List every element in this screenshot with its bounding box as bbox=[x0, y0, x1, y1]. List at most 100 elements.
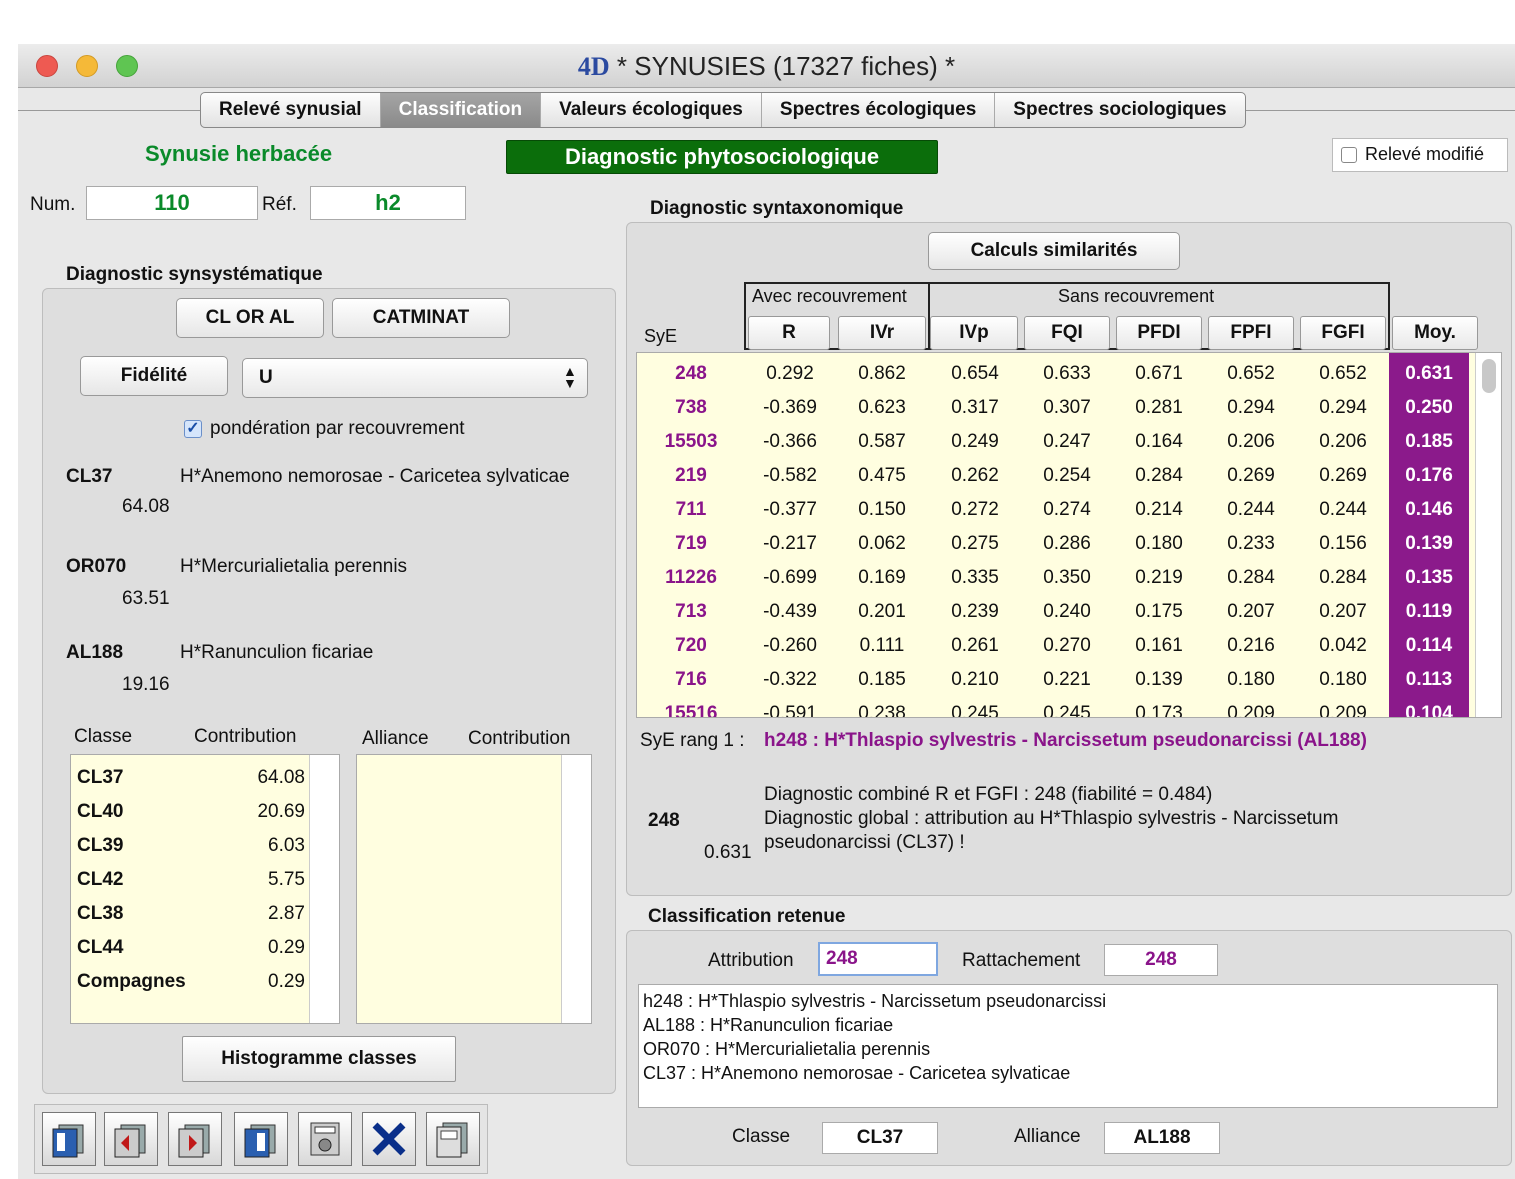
classes-list[interactable]: CL37 64.08 CL40 20.69 CL39 6.03 CL42 5.75 CL38 2.… bbox=[70, 754, 340, 1024]
class-row[interactable]: CL44 0.29 bbox=[71, 931, 307, 965]
ref-field[interactable]: h2 bbox=[310, 186, 466, 220]
histogramme-classes-button[interactable]: Histogramme classes bbox=[182, 1036, 456, 1082]
alliance-header: Alliance bbox=[362, 728, 429, 749]
value-pfdi: 0.214 bbox=[1135, 499, 1183, 520]
result-name: H*Mercurialietalia perennis bbox=[180, 556, 408, 577]
tab-classification[interactable]: Classification bbox=[380, 93, 542, 127]
rang-label: SyE rang 1 : bbox=[640, 730, 745, 751]
next-record-icon[interactable] bbox=[168, 1112, 222, 1166]
class-row[interactable]: CL37 64.08 bbox=[71, 761, 307, 795]
value-fqi: 0.270 bbox=[1043, 635, 1091, 656]
rattachement-field[interactable]: 248 bbox=[1104, 944, 1218, 976]
column-header-ivp[interactable]: IVp bbox=[930, 316, 1018, 350]
diagnostic-phytosociologique-button[interactable]: Diagnostic phytosociologique bbox=[506, 140, 938, 174]
table-row[interactable]: 713 -0.439 0.201 0.239 0.240 0.175 0.207 0.207 0… bbox=[637, 595, 1501, 629]
classification-line: CL37 : H*Anemono nemorosae - Caricetea s… bbox=[643, 1063, 1071, 1083]
select-arrows-icon: ▲ ▼ bbox=[563, 363, 577, 391]
value-moy: 0.146 bbox=[1389, 493, 1469, 527]
result-score: 64.08 bbox=[122, 496, 170, 517]
result-name: H*Ranunculion ficariae bbox=[180, 642, 374, 663]
classification-line: h248 : H*Thlaspio sylvestris - Narcisset… bbox=[643, 991, 1107, 1011]
value-fqi: 0.245 bbox=[1043, 703, 1091, 718]
class-row[interactable]: CL38 2.87 bbox=[71, 897, 307, 931]
diag-global-line1: Diagnostic global : attribution au H*Thl… bbox=[764, 808, 1339, 829]
column-header-fpfi[interactable]: FPFI bbox=[1208, 316, 1294, 350]
attribution-field[interactable]: 248 bbox=[818, 942, 938, 976]
value-fgfi: 0.652 bbox=[1319, 363, 1367, 384]
table-row[interactable]: 11226 -0.699 0.169 0.335 0.350 0.219 0.284 0.28… bbox=[637, 561, 1501, 595]
class-row[interactable]: CL39 6.03 bbox=[71, 829, 307, 863]
ponderation-checkbox[interactable]: ✓ bbox=[184, 420, 202, 438]
value-r: 0.292 bbox=[766, 363, 814, 384]
table-row[interactable]: 716 -0.322 0.185 0.210 0.221 0.139 0.180 0.180 0… bbox=[637, 663, 1501, 697]
first-record-icon[interactable] bbox=[42, 1112, 96, 1166]
column-header-pfdi[interactable]: PFDI bbox=[1116, 316, 1202, 350]
column-header-fgfi[interactable]: FGFI bbox=[1300, 316, 1386, 350]
table-row[interactable]: 719 -0.217 0.062 0.275 0.286 0.180 0.233 0.156 0… bbox=[637, 527, 1501, 561]
classe-field[interactable]: CL37 bbox=[822, 1122, 938, 1154]
value-r: -0.369 bbox=[763, 397, 817, 418]
sye-code: 219 bbox=[675, 465, 707, 486]
sye-code: 11226 bbox=[665, 567, 717, 588]
table-row[interactable]: 15503 -0.366 0.587 0.249 0.247 0.164 0.206 0.20… bbox=[637, 425, 1501, 459]
result-code: CL37 bbox=[66, 466, 113, 487]
similarity-table[interactable]: 248 0.292 0.862 0.654 0.633 0.671 0.652 0.652 0.… bbox=[636, 352, 1502, 718]
releve-modifie-checkbox[interactable] bbox=[1341, 147, 1357, 163]
calculs-similarites-button[interactable]: Calculs similarités bbox=[928, 232, 1180, 270]
table-row[interactable]: 711 -0.377 0.150 0.272 0.274 0.214 0.244 0.244 0… bbox=[637, 493, 1501, 527]
value-pfdi: 0.219 bbox=[1135, 567, 1183, 588]
column-header-r[interactable]: R bbox=[748, 316, 830, 350]
delete-icon[interactable] bbox=[362, 1112, 416, 1166]
tab-valeurs-ecologiques[interactable]: Valeurs écologiques bbox=[541, 93, 762, 127]
sye-code: 720 bbox=[675, 635, 707, 656]
table-row[interactable]: 248 0.292 0.862 0.654 0.633 0.671 0.652 0.652 0.… bbox=[637, 357, 1501, 391]
fidelite-select[interactable]: U ▲ ▼ bbox=[242, 358, 588, 398]
value-ivr: 0.862 bbox=[858, 363, 906, 384]
last-record-icon[interactable] bbox=[234, 1112, 288, 1166]
alliance-field[interactable]: AL188 bbox=[1104, 1122, 1220, 1154]
table-row[interactable]: 15516 -0.591 0.238 0.245 0.245 0.173 0.209 0.20… bbox=[637, 697, 1501, 718]
classe-label: Classe bbox=[732, 1126, 791, 1147]
class-row[interactable]: Compagnes 0.29 bbox=[71, 965, 307, 999]
value-fqi: 0.247 bbox=[1043, 431, 1091, 452]
value-ivp: 0.275 bbox=[951, 533, 999, 554]
result-code: OR070 bbox=[66, 556, 127, 577]
alliances-list-scrollbar[interactable] bbox=[561, 755, 591, 1023]
tab-releve-synusial[interactable]: Relevé synusial bbox=[201, 93, 381, 127]
fidelite-button[interactable]: Fidélité bbox=[80, 356, 228, 396]
classes-list-scrollbar[interactable] bbox=[309, 755, 339, 1023]
contribution-header: Contribution bbox=[194, 726, 297, 747]
releve-modifie-box: Relevé modifié bbox=[1332, 138, 1508, 172]
tab-spectres-ecologiques[interactable]: Spectres écologiques bbox=[762, 93, 996, 127]
num-label: Num. bbox=[30, 194, 76, 215]
value-fpfi: 0.233 bbox=[1227, 533, 1275, 554]
table-row[interactable]: 738 -0.369 0.623 0.317 0.307 0.281 0.294 0.294 0… bbox=[637, 391, 1501, 425]
table-row[interactable]: 720 -0.260 0.111 0.261 0.270 0.161 0.216 0.042 0… bbox=[637, 629, 1501, 663]
value-fgfi: 0.156 bbox=[1319, 533, 1367, 554]
value-pfdi: 0.161 bbox=[1135, 635, 1183, 656]
value-ivr: 0.111 bbox=[859, 635, 905, 656]
previous-record-icon[interactable] bbox=[104, 1112, 158, 1166]
classification-text[interactable]: h248 : H*Thlaspio sylvestris - Narcisset… bbox=[638, 984, 1498, 1108]
value-pfdi: 0.671 bbox=[1135, 363, 1183, 384]
tab-spectres-sociologiques[interactable]: Spectres sociologiques bbox=[995, 93, 1244, 127]
value-fqi: 0.350 bbox=[1043, 567, 1091, 588]
cl-or-al-button[interactable]: CL OR AL bbox=[176, 298, 324, 338]
value-fpfi: 0.216 bbox=[1227, 635, 1275, 656]
column-header-ivr[interactable]: IVr bbox=[838, 316, 926, 350]
class-row[interactable]: CL40 20.69 bbox=[71, 795, 307, 829]
column-header-fqi[interactable]: FQI bbox=[1024, 316, 1110, 350]
save-icon[interactable] bbox=[426, 1112, 480, 1166]
table-row[interactable]: 219 -0.582 0.475 0.262 0.254 0.284 0.269 0.269 0… bbox=[637, 459, 1501, 493]
class-code: CL44 bbox=[77, 937, 124, 958]
alliances-list[interactable] bbox=[356, 754, 592, 1024]
print-icon[interactable] bbox=[298, 1112, 352, 1166]
class-row[interactable]: CL42 5.75 bbox=[71, 863, 307, 897]
column-header-moy[interactable]: Moy. bbox=[1392, 316, 1478, 350]
class-contribution: 2.87 bbox=[268, 903, 305, 924]
num-field[interactable]: 110 bbox=[86, 186, 258, 220]
value-fgfi: 0.244 bbox=[1319, 499, 1367, 520]
sye-code: 15503 bbox=[664, 431, 718, 452]
value-pfdi: 0.281 bbox=[1135, 397, 1183, 418]
catminat-button[interactable]: CATMINAT bbox=[332, 298, 510, 338]
